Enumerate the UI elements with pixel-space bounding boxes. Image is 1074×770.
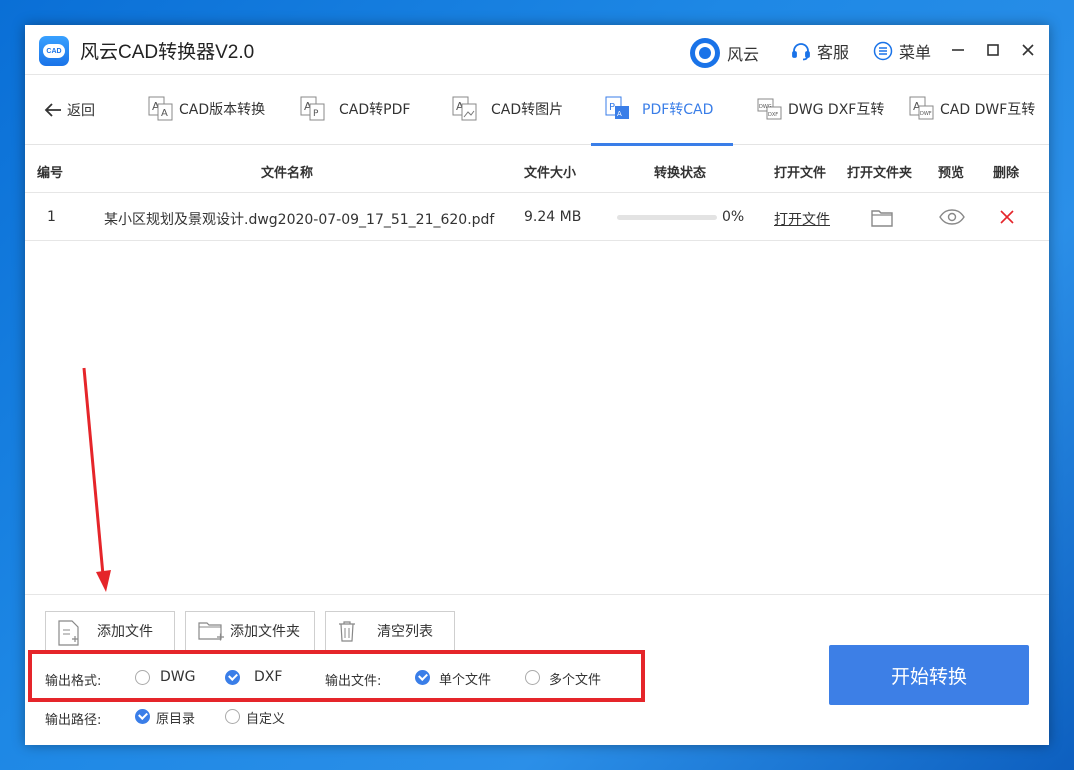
col-header-size: 文件大小 (524, 166, 577, 181)
menu-list-icon (873, 41, 893, 61)
brand-logo-icon (689, 37, 721, 69)
cad-to-image-icon: A (452, 96, 478, 122)
path-custom-radio[interactable] (225, 709, 240, 724)
table-row[interactable]: 1 某小区规划及景观设计.dwg2020-07-09_17_51_21_620.… (25, 193, 1049, 241)
tab-label: CAD转PDF (339, 102, 411, 118)
minimize-button[interactable] (947, 39, 969, 61)
output-file-label: 输出文件: (325, 674, 382, 689)
cad-version-icon: AA (148, 96, 174, 122)
folder-icon[interactable] (871, 207, 893, 231)
tab-cad-to-image[interactable]: A CAD转图片 (452, 96, 563, 122)
clear-list-label: 清空列表 (377, 624, 433, 640)
add-file-button[interactable]: 添加文件 (45, 611, 175, 651)
logo-text: CAD (43, 44, 65, 58)
svg-text:P: P (609, 102, 615, 113)
arrow-left-icon (44, 103, 61, 117)
format-dwg-text[interactable]: DWG (160, 669, 195, 685)
minimize-icon (952, 49, 964, 51)
row-file-name: 某小区规划及景观设计.dwg2020-07-09_17_51_21_620.pd… (104, 212, 495, 228)
dwg-dxf-icon: DWG DXF (757, 96, 783, 122)
clear-list-button[interactable]: 清空列表 (325, 611, 455, 651)
file-multi-text[interactable]: 多个文件 (549, 669, 601, 688)
tab-label: CAD版本转换 (179, 102, 266, 118)
tab-cad-to-pdf[interactable]: AP CAD转PDF (300, 96, 410, 122)
path-custom-text[interactable]: 自定义 (246, 708, 285, 727)
svg-text:DWF: DWF (920, 111, 932, 117)
function-tab-bar: 返回 AA CAD版本转换 AP CAD转PDF A CAD转图片 PA PDF… (25, 76, 1049, 146)
app-logo: CAD (39, 36, 69, 66)
add-file-label: 添加文件 (97, 624, 153, 640)
file-table-header: 编号 文件名称 文件大小 转换状态 打开文件 打开文件夹 预览 删除 (25, 146, 1049, 193)
conversion-progress-bar (617, 215, 717, 220)
brand-label: 风云 (727, 45, 760, 64)
cad-to-pdf-icon: AP (300, 96, 326, 122)
delete-x-icon[interactable] (1000, 210, 1014, 228)
svg-text:A: A (617, 110, 622, 118)
col-header-status: 转换状态 (654, 166, 707, 181)
col-header-preview: 预览 (938, 166, 965, 181)
app-window: CAD 风云CAD转换器V2.0 风云 客服 菜单 返回 A A CAD版本转换… (25, 25, 1049, 745)
output-path-label: 输出路径: (45, 713, 102, 728)
file-single-text[interactable]: 单个文件 (439, 669, 491, 688)
file-single-radio[interactable] (415, 670, 430, 685)
file-multi-radio[interactable] (525, 670, 540, 685)
menu-button[interactable]: 菜单 (873, 39, 931, 63)
tab-dwg-dxf-convert[interactable]: DWG DXF DWG DXF互转 (757, 96, 884, 122)
format-dxf-radio[interactable] (225, 670, 240, 685)
support-label: 客服 (817, 43, 850, 62)
format-dwg-radio[interactable] (135, 670, 150, 685)
back-label: 返回 (67, 103, 95, 119)
add-folder-button[interactable]: 添加文件夹 (185, 611, 315, 651)
tab-label: DWG DXF互转 (788, 102, 885, 118)
col-header-open-folder: 打开文件夹 (847, 166, 913, 181)
title-bar: CAD 风云CAD转换器V2.0 风云 客服 菜单 (25, 25, 1049, 75)
format-dxf-text[interactable]: DXF (254, 669, 282, 685)
close-icon (1022, 44, 1034, 56)
svg-text:P: P (313, 109, 319, 119)
tab-pdf-to-cad[interactable]: PA PDF转CAD (605, 96, 713, 122)
support-button[interactable]: 客服 (791, 39, 849, 63)
output-format-label: 输出格式: (45, 674, 102, 689)
pdf-to-cad-icon: PA (605, 96, 631, 122)
tab-cad-dwf-convert[interactable]: A DWF CAD DWF互转 (909, 96, 1035, 122)
svg-text:DXF: DXF (768, 112, 778, 118)
bottom-separator (25, 594, 1049, 595)
row-file-size: 9.24 MB (524, 209, 582, 225)
brand-button[interactable]: 风云 (689, 37, 759, 69)
start-convert-button[interactable]: 开始转换 (829, 645, 1029, 705)
menu-label: 菜单 (899, 43, 932, 62)
maximize-button[interactable] (982, 39, 1004, 61)
add-folder-label: 添加文件夹 (230, 624, 300, 640)
maximize-icon (987, 44, 999, 56)
eye-icon[interactable] (939, 209, 965, 229)
tab-cad-version-convert[interactable]: AA CAD版本转换 (148, 96, 265, 122)
tab-label: CAD转图片 (491, 102, 564, 118)
row-index: 1 (47, 209, 56, 225)
add-folder-icon (198, 620, 226, 648)
path-original-text[interactable]: 原目录 (156, 708, 195, 727)
tab-label: CAD DWF互转 (940, 102, 1036, 118)
tab-label: PDF转CAD (642, 102, 714, 118)
row-progress-text: 0% (722, 209, 745, 225)
headset-icon (791, 41, 811, 61)
col-header-index: 编号 (37, 166, 64, 181)
open-file-link[interactable]: 打开文件 (774, 209, 830, 229)
back-button[interactable]: 返回 (43, 100, 95, 120)
close-button[interactable] (1017, 39, 1039, 61)
cad-dwf-icon: A DWF (909, 96, 935, 122)
add-file-icon (58, 620, 80, 650)
app-title: 风云CAD转换器V2.0 (80, 42, 255, 63)
svg-text:A: A (161, 108, 168, 119)
col-header-name: 文件名称 (261, 166, 314, 181)
path-original-radio[interactable] (135, 709, 150, 724)
trash-icon (338, 620, 356, 646)
col-header-delete: 删除 (993, 166, 1020, 181)
col-header-open-file: 打开文件 (774, 166, 827, 181)
